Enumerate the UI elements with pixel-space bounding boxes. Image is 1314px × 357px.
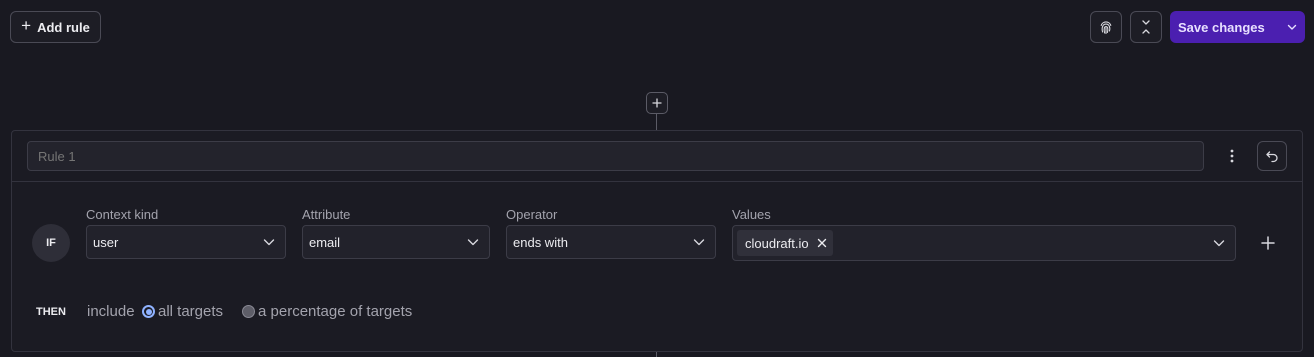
plus-icon: +	[21, 16, 32, 35]
radio-all-targets-label: all targets	[158, 303, 224, 320]
values-multiselect[interactable]: cloudraft.io	[732, 225, 1236, 261]
collapse-all-button[interactable]	[1130, 11, 1162, 43]
plus-icon	[652, 98, 662, 108]
then-label: THEN	[36, 306, 66, 318]
context-kind-select[interactable]: user	[86, 225, 286, 259]
connector-line	[656, 352, 657, 357]
plus-icon	[1261, 236, 1275, 250]
insert-rule-button[interactable]	[646, 92, 668, 114]
add-rule-label: Add rule	[37, 19, 90, 35]
rule-name-input[interactable]	[27, 141, 1204, 171]
attribute-value: email	[309, 234, 341, 250]
context-kind-label: Context kind	[86, 207, 159, 222]
value-chip-label: cloudraft.io	[745, 235, 809, 251]
if-badge: IF	[32, 224, 70, 262]
attribute-select[interactable]: email	[302, 225, 490, 259]
save-changes-button[interactable]: Save changes	[1170, 20, 1279, 35]
radio-button-unchecked[interactable]	[242, 305, 255, 318]
context-kind-value: user	[93, 234, 119, 250]
save-changes-group: Save changes	[1170, 11, 1305, 43]
chevron-down-icon	[1209, 233, 1229, 253]
add-rule-button[interactable]: + Add rule	[10, 11, 101, 43]
values-label: Values	[732, 207, 771, 222]
collapse-icon	[1142, 20, 1150, 34]
rule-header	[12, 131, 1302, 182]
attribute-label: Attribute	[302, 207, 351, 222]
radio-percentage-targets[interactable]: a percentage of targets	[242, 303, 412, 320]
undo-button[interactable]	[1257, 141, 1287, 171]
operator-value: ends with	[513, 234, 568, 250]
chevron-down-icon	[259, 232, 279, 252]
connector-line	[656, 114, 657, 130]
rule-menu-button[interactable]	[1222, 146, 1242, 166]
undo-icon	[1266, 151, 1278, 163]
close-icon[interactable]	[817, 238, 827, 248]
operator-select[interactable]: ends with	[506, 225, 716, 259]
include-label: include	[87, 303, 135, 320]
value-chip: cloudraft.io	[737, 230, 833, 256]
more-vertical-icon	[1230, 149, 1234, 163]
operator-label: Operator	[506, 207, 558, 222]
chevron-down-icon	[1287, 24, 1297, 30]
save-options-button[interactable]	[1279, 21, 1305, 33]
chevron-down-icon	[689, 232, 709, 252]
radio-button-checked[interactable]	[142, 305, 155, 318]
rule-card: IF Context kind user Attribute email Ope…	[11, 130, 1303, 352]
fingerprint-icon	[1100, 21, 1112, 35]
radio-percentage-label: a percentage of targets	[258, 303, 413, 320]
radio-all-targets[interactable]: all targets	[142, 303, 223, 320]
chevron-down-icon	[463, 232, 483, 252]
fingerprint-button[interactable]	[1090, 11, 1122, 43]
add-clause-button[interactable]	[1257, 232, 1279, 254]
